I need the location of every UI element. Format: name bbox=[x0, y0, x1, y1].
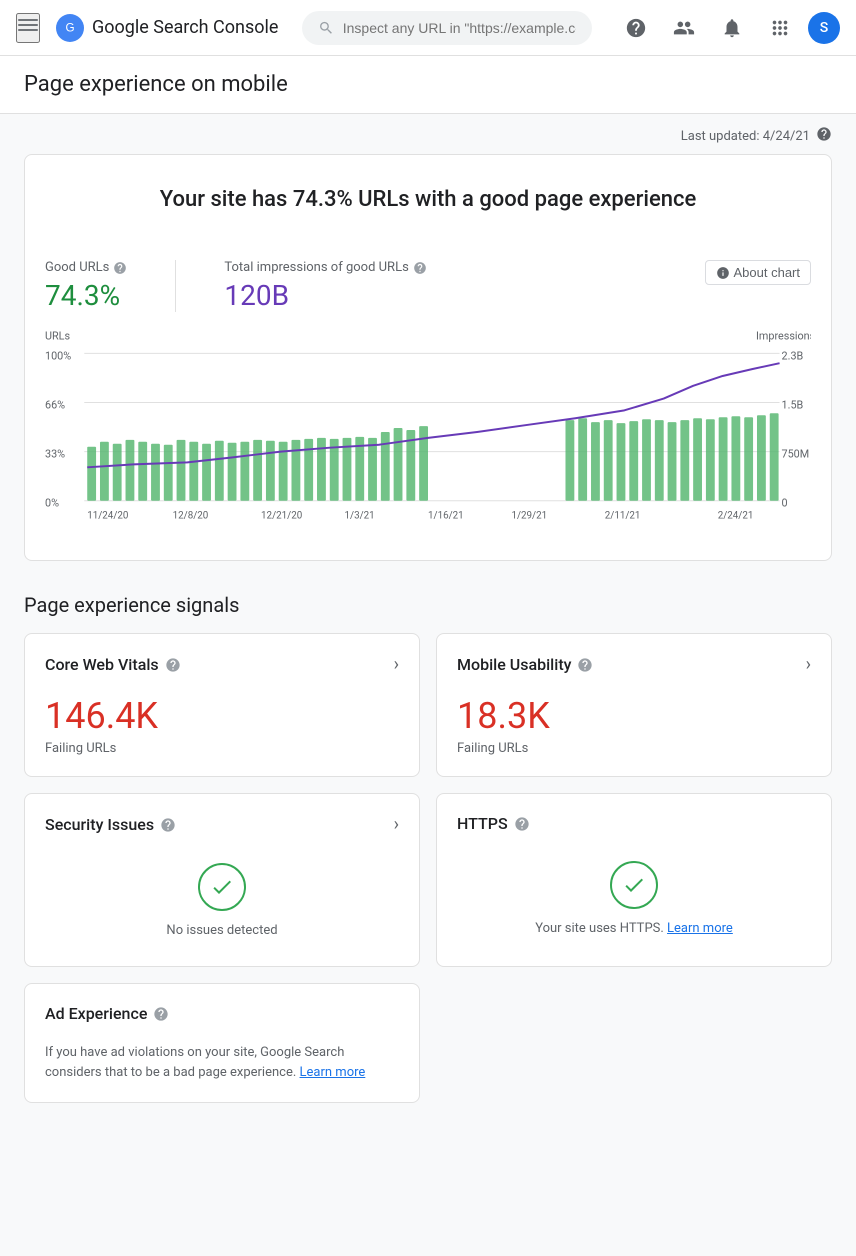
svg-text:66%: 66% bbox=[45, 398, 65, 411]
good-urls-label: Good URLs bbox=[45, 260, 127, 275]
apps-button[interactable] bbox=[760, 8, 800, 48]
logo-text: Google Search Console bbox=[92, 17, 278, 38]
svg-text:12/8/20: 12/8/20 bbox=[173, 510, 209, 521]
content-area: Last updated: 4/24/21 Your site has 74.3… bbox=[0, 114, 856, 1143]
mobile-usability-chevron: › bbox=[806, 654, 811, 675]
manage-users-button[interactable] bbox=[664, 8, 704, 48]
https-header: HTTPS bbox=[457, 814, 811, 833]
https-card[interactable]: HTTPS Your site uses HTTPS. Learn more bbox=[436, 793, 832, 967]
https-help-icon[interactable] bbox=[514, 816, 530, 832]
svg-text:100%: 100% bbox=[45, 349, 71, 362]
https-check-area: Your site uses HTTPS. Learn more bbox=[457, 853, 811, 944]
svg-text:0%: 0% bbox=[45, 497, 59, 510]
svg-text:G: G bbox=[65, 21, 74, 34]
impressions-metric: Total impressions of good URLs 120B bbox=[224, 260, 426, 312]
mobile-usability-card[interactable]: Mobile Usability › 18.3K Failing URLs bbox=[436, 633, 832, 777]
svg-text:2.3B: 2.3B bbox=[782, 349, 804, 362]
security-issues-check-icon bbox=[198, 863, 246, 911]
svg-text:URLs: URLs bbox=[45, 330, 70, 343]
security-issues-title: Security Issues bbox=[45, 815, 176, 834]
svg-text:750M: 750M bbox=[782, 447, 810, 460]
chart-metrics: Good URLs 74.3% Total impressions of goo… bbox=[45, 260, 427, 312]
https-learn-more-link[interactable]: Learn more bbox=[667, 921, 733, 936]
menu-icon[interactable] bbox=[16, 13, 40, 43]
page-title: Page experience on mobile bbox=[24, 72, 832, 97]
https-check-icon bbox=[610, 861, 658, 909]
avatar[interactable]: S bbox=[808, 12, 840, 44]
last-updated-help-icon[interactable] bbox=[816, 126, 832, 146]
core-web-vitals-title: Core Web Vitals bbox=[45, 655, 181, 674]
mobile-usability-value: 18.3K bbox=[457, 695, 811, 737]
svg-text:Impressions: Impressions bbox=[756, 330, 811, 343]
core-web-vitals-value-label: Failing URLs bbox=[45, 741, 399, 756]
good-urls-metric: Good URLs 74.3% bbox=[45, 260, 127, 312]
mobile-usability-value-label: Failing URLs bbox=[457, 741, 811, 756]
core-web-vitals-value: 146.4K bbox=[45, 695, 399, 737]
ad-experience-card[interactable]: Ad Experience If you have ad violations … bbox=[24, 983, 420, 1103]
security-issues-ok-text: No issues detected bbox=[166, 923, 277, 938]
signals-grid: Core Web Vitals › 146.4K Failing URLs Mo… bbox=[24, 633, 832, 1103]
last-updated-bar: Last updated: 4/24/21 bbox=[24, 114, 832, 154]
header: G Google Search Console S bbox=[0, 0, 856, 56]
header-actions: S bbox=[616, 8, 840, 48]
security-issues-header: Security Issues › bbox=[45, 814, 399, 835]
svg-text:1/3/21: 1/3/21 bbox=[345, 510, 375, 521]
svg-text:1.5B: 1.5B bbox=[782, 398, 804, 411]
https-ok-text: Your site uses HTTPS. Learn more bbox=[535, 921, 733, 936]
https-title: HTTPS bbox=[457, 814, 530, 833]
chart-container: URLs 100% 66% 33% 0% 2.3B 1.5B 750M 0 Im… bbox=[45, 320, 811, 544]
notifications-button[interactable] bbox=[712, 8, 752, 48]
impressions-label: Total impressions of good URLs bbox=[224, 260, 426, 275]
ad-experience-learn-more-link[interactable]: Learn more bbox=[300, 1065, 366, 1080]
svg-text:33%: 33% bbox=[45, 447, 65, 460]
svg-text:0: 0 bbox=[782, 497, 788, 510]
svg-text:1/29/21: 1/29/21 bbox=[511, 510, 547, 521]
core-web-vitals-card[interactable]: Core Web Vitals › 146.4K Failing URLs bbox=[24, 633, 420, 777]
svg-text:11/24/20: 11/24/20 bbox=[87, 510, 128, 521]
core-web-vitals-help-icon[interactable] bbox=[165, 657, 181, 673]
svg-text:1/16/21: 1/16/21 bbox=[428, 510, 464, 521]
ad-experience-help-icon[interactable] bbox=[153, 1006, 169, 1022]
chart-svg: URLs 100% 66% 33% 0% 2.3B 1.5B 750M 0 Im… bbox=[45, 320, 811, 540]
last-updated-text: Last updated: 4/24/21 bbox=[681, 129, 810, 144]
impressions-help-icon[interactable] bbox=[413, 261, 427, 275]
page-title-bar: Page experience on mobile bbox=[0, 56, 856, 114]
good-urls-help-icon[interactable] bbox=[113, 261, 127, 275]
search-icon bbox=[318, 19, 334, 37]
svg-text:2/11/21: 2/11/21 bbox=[605, 510, 641, 521]
core-web-vitals-header: Core Web Vitals › bbox=[45, 654, 399, 675]
help-button[interactable] bbox=[616, 8, 656, 48]
ad-experience-title: Ad Experience bbox=[45, 1004, 169, 1023]
svg-text:2/24/21: 2/24/21 bbox=[718, 510, 754, 521]
logo: G Google Search Console bbox=[56, 14, 278, 42]
svg-text:12/21/20: 12/21/20 bbox=[261, 510, 302, 521]
search-bar[interactable] bbox=[302, 11, 592, 45]
ad-experience-header: Ad Experience bbox=[45, 1004, 399, 1023]
security-issues-check-area: No issues detected bbox=[45, 855, 399, 946]
mobile-usability-help-icon[interactable] bbox=[577, 657, 593, 673]
ad-experience-description: If you have ad violations on your site, … bbox=[45, 1043, 399, 1082]
good-urls-value: 74.3% bbox=[45, 279, 127, 312]
hero-title: Your site has 74.3% URLs with a good pag… bbox=[45, 187, 811, 212]
about-chart-button[interactable]: About chart bbox=[705, 260, 812, 285]
signals-heading: Page experience signals bbox=[24, 593, 832, 617]
core-web-vitals-chevron: › bbox=[394, 654, 399, 675]
about-chart-icon bbox=[716, 266, 730, 280]
security-issues-help-icon[interactable] bbox=[160, 817, 176, 833]
impressions-value: 120B bbox=[224, 279, 426, 312]
chart-header: Good URLs 74.3% Total impressions of goo… bbox=[45, 260, 811, 312]
mobile-usability-header: Mobile Usability › bbox=[457, 654, 811, 675]
security-issues-card[interactable]: Security Issues › No issues detected bbox=[24, 793, 420, 967]
security-issues-chevron: › bbox=[394, 814, 399, 835]
search-input[interactable] bbox=[343, 20, 576, 36]
chart-card: Your site has 74.3% URLs with a good pag… bbox=[24, 154, 832, 561]
mobile-usability-title: Mobile Usability bbox=[457, 655, 593, 674]
